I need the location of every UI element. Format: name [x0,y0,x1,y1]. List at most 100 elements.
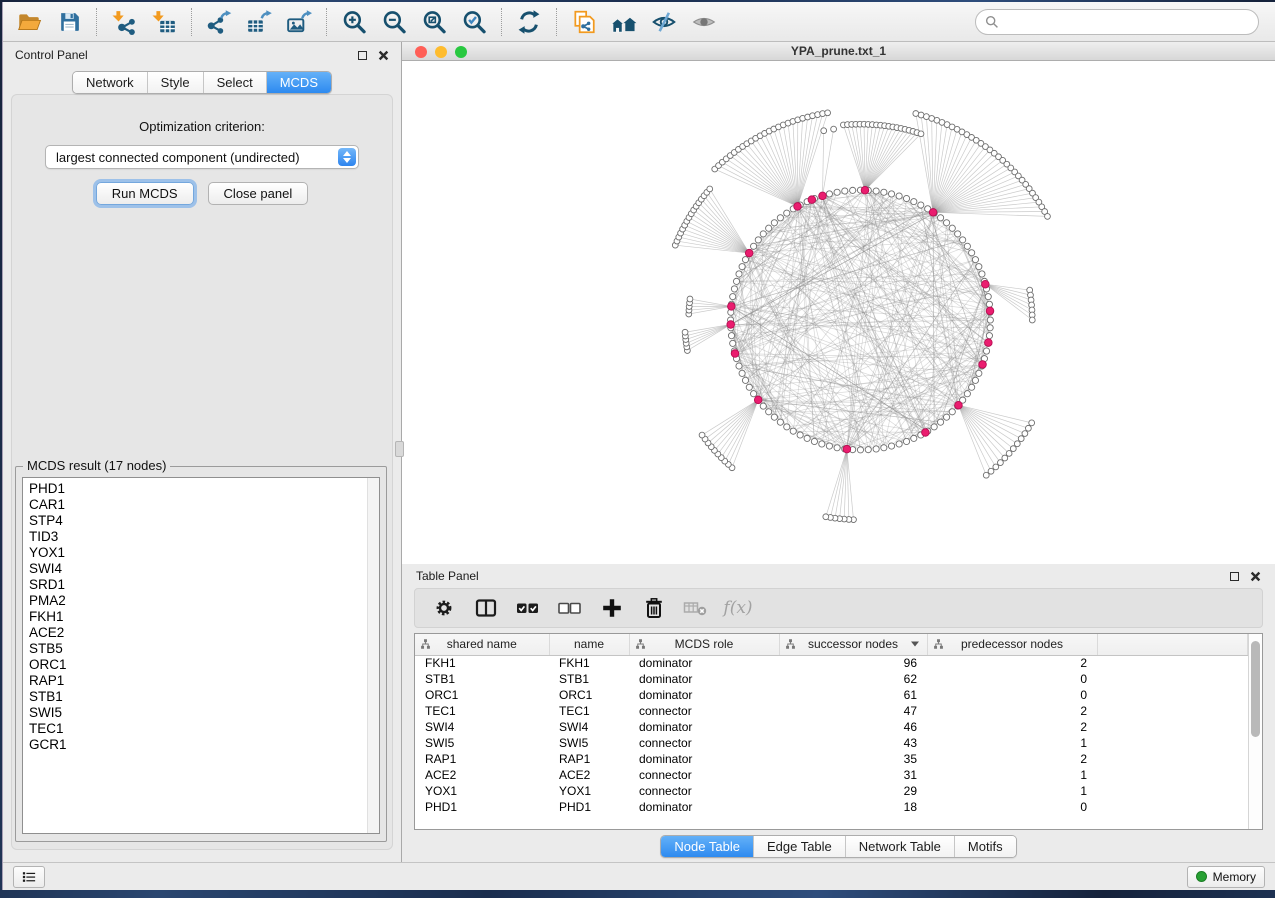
mcds-result-item[interactable]: SWI5 [29,705,373,721]
table-row[interactable]: STB1STB1dominator620 [415,671,1248,687]
cell-mcds-role[interactable]: dominator [629,799,779,815]
node[interactable] [766,225,772,231]
column-header-successor-nodes[interactable]: successor nodes [779,634,927,655]
node[interactable] [983,348,989,354]
network-canvas[interactable] [402,61,1275,564]
node[interactable] [955,231,961,237]
node[interactable] [777,215,783,221]
node[interactable] [986,333,992,339]
node[interactable] [751,391,757,397]
cell-successor-nodes[interactable]: 31 [779,767,927,783]
dominator-node[interactable] [982,280,990,288]
cell-successor-nodes[interactable]: 46 [779,719,927,735]
node[interactable] [739,370,745,376]
window-maximize-button[interactable] [455,46,467,58]
node[interactable] [1006,451,1012,457]
cell-predecessor-nodes[interactable]: 1 [927,735,1097,751]
cell-name[interactable]: SWI5 [549,735,629,751]
node[interactable] [811,438,817,444]
cell-shared-name[interactable]: RAP1 [415,751,549,767]
deselect-all-button[interactable] [553,593,587,623]
close-panel-icon[interactable] [378,50,389,61]
table-row[interactable]: RAP1RAP1dominator352 [415,751,1248,767]
cell-mcds-role[interactable]: dominator [629,687,779,703]
network-graph[interactable] [402,61,1275,564]
table-row[interactable]: SWI4SWI4dominator462 [415,719,1248,735]
tab-mcds[interactable]: MCDS [267,72,331,93]
scrollbar-thumb[interactable] [1251,641,1260,737]
dominator-node[interactable] [727,321,735,329]
node[interactable] [987,325,993,331]
cell-shared-name[interactable]: ORC1 [415,687,549,703]
node[interactable] [804,435,810,441]
node[interactable] [797,432,803,438]
export-image-button[interactable] [279,6,319,38]
import-network-button[interactable] [104,6,144,38]
node[interactable] [972,257,978,263]
node[interactable] [736,363,742,369]
table-row[interactable]: TEC1TEC1connector472 [415,703,1248,719]
cell-mcds-role[interactable]: dominator [629,655,779,671]
run-mcds-button[interactable]: Run MCDS [96,182,194,205]
node[interactable] [826,443,832,449]
column-header-name[interactable]: name [549,634,629,655]
list-scrollbar[interactable] [367,478,379,833]
table-row[interactable]: ACE2ACE2connector311 [415,767,1248,783]
mcds-result-item[interactable]: FKH1 [29,609,373,625]
dominator-node[interactable] [929,209,937,217]
zoom-fit-button[interactable] [414,6,454,38]
node[interactable] [969,250,975,256]
cell-shared-name[interactable]: STB1 [415,671,549,687]
node[interactable] [873,188,879,194]
table-row[interactable]: YOX1YOX1connector291 [415,783,1248,799]
mcds-result-item[interactable]: STB1 [29,689,373,705]
node[interactable] [888,443,894,449]
mcds-result-item[interactable]: PMA2 [29,593,373,609]
cell-predecessor-nodes[interactable]: 0 [927,799,1097,815]
node[interactable] [1002,455,1008,461]
mcds-result-item[interactable]: GCR1 [29,737,373,753]
cell-shared-name[interactable]: FKH1 [415,655,549,671]
column-header-mcds-role[interactable]: MCDS role [629,634,779,655]
cell-name[interactable]: FKH1 [549,655,629,671]
node[interactable] [969,384,975,390]
clone-network-button[interactable] [564,6,604,38]
mcds-result-item[interactable]: STB5 [29,641,373,657]
tab-node-table[interactable]: Node Table [661,836,754,857]
node[interactable] [682,329,688,335]
node[interactable] [1045,214,1051,220]
node[interactable] [873,446,879,452]
column-header-shared-name[interactable]: shared name [415,634,549,655]
dominator-node[interactable] [819,192,827,200]
delete-column-button[interactable] [637,593,671,623]
show-hidden-button[interactable] [684,6,724,38]
node[interactable] [949,225,955,231]
cell-predecessor-nodes[interactable]: 0 [927,687,1097,703]
node[interactable] [1018,436,1024,442]
node[interactable] [931,424,937,430]
node[interactable] [960,237,966,243]
node[interactable] [742,377,748,383]
node[interactable] [784,210,790,216]
dominator-node[interactable] [986,307,994,315]
node[interactable] [1029,317,1035,323]
network-window-titlebar[interactable]: YPA_prune.txt_1 [402,42,1275,61]
node[interactable] [834,445,840,451]
node[interactable] [739,264,745,270]
node[interactable] [943,220,949,226]
node[interactable] [760,231,766,237]
cell-predecessor-nodes[interactable]: 2 [927,719,1097,735]
node[interactable] [751,243,757,249]
mcds-result-item[interactable]: ORC1 [29,657,373,673]
show-all-nodes-button[interactable] [604,6,644,38]
node[interactable] [993,464,999,470]
dominator-node[interactable] [979,361,987,369]
zoom-out-button[interactable] [374,6,414,38]
node[interactable] [985,294,991,300]
node[interactable] [979,271,985,277]
node[interactable] [771,220,777,226]
cell-shared-name[interactable]: ACE2 [415,767,549,783]
node[interactable] [825,110,831,116]
node[interactable] [699,432,705,438]
node[interactable] [881,189,887,195]
